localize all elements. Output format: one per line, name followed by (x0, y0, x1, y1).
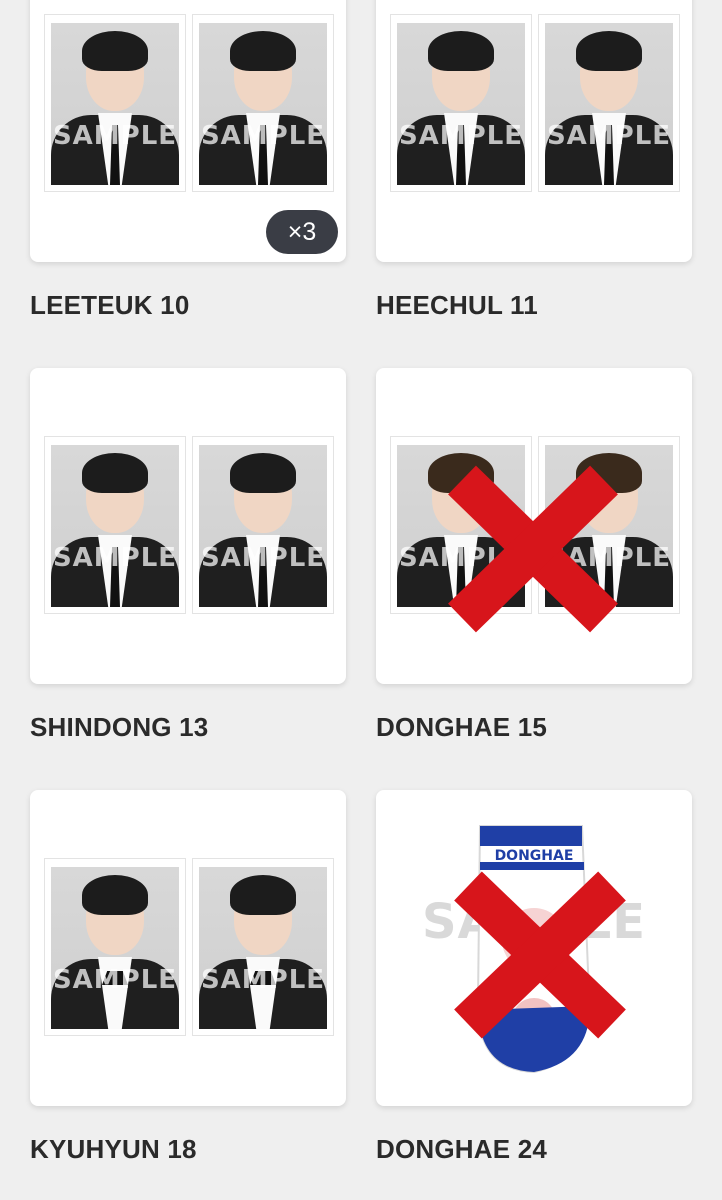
photo-pair: SAMPLE SAMPLE (44, 436, 334, 614)
photo-card: SAMPLE (192, 858, 334, 1036)
product-card-heechul[interactable]: SAMPLE SAMPLE (376, 0, 692, 262)
photo-pair: SAMPLE SAMPLE (390, 14, 680, 192)
photo-card: SAMPLE (390, 436, 532, 614)
sample-watermark: SAMPLE (52, 965, 178, 995)
sample-watermark: SAMPLE (52, 543, 178, 573)
product-card-kyuhyun[interactable]: SAMPLE SAMPLE (30, 790, 346, 1106)
photo-pair: SAMPLE SAMPLE (44, 14, 334, 192)
product-card-donghae-24[interactable]: SAMPLE DONGHAE (376, 790, 692, 1106)
photo-card: SAMPLE (192, 436, 334, 614)
photo-pair: SAMPLE SAMPLE (390, 436, 680, 614)
product-label[interactable]: LEETEUK 10 (30, 290, 190, 321)
sample-watermark: SAMPLE (546, 543, 672, 573)
product-card-shindong[interactable]: SAMPLE SAMPLE (30, 368, 346, 684)
photo-pair: SAMPLE SAMPLE (44, 858, 334, 1036)
sample-watermark: SAMPLE (398, 543, 524, 573)
sample-watermark: SAMPLE (200, 121, 326, 151)
product-card-leeteuk[interactable]: SAMPLE SAMPLE ×3 (30, 0, 346, 262)
product-label[interactable]: DONGHAE 15 (376, 712, 547, 743)
merch-grid: SAMPLE SAMPLE ×3 LEETEUK 10 SAMPLE SAMPL… (0, 0, 722, 1200)
product-label[interactable]: HEECHUL 11 (376, 290, 538, 321)
product-label[interactable]: SHINDONG 13 (30, 712, 208, 743)
product-label[interactable]: KYUHYUN 18 (30, 1134, 197, 1165)
sample-watermark: SAMPLE (546, 121, 672, 151)
photo-card: SAMPLE (538, 14, 680, 192)
photo-count-badge: ×3 (266, 210, 338, 254)
photo-card: SAMPLE (44, 858, 186, 1036)
photo-card: SAMPLE (44, 14, 186, 192)
sample-watermark: SAMPLE (52, 121, 178, 151)
sample-watermark: SAMPLE (200, 543, 326, 573)
photo-card: SAMPLE (192, 14, 334, 192)
sock-brand-text: DONGHAE (495, 848, 574, 864)
product-card-donghae-15[interactable]: SAMPLE SAMPLE (376, 368, 692, 684)
sample-watermark: SAMPLE (398, 121, 524, 151)
photo-card: SAMPLE (390, 14, 532, 192)
photo-card: SAMPLE (538, 436, 680, 614)
photo-card: SAMPLE (44, 436, 186, 614)
product-label[interactable]: DONGHAE 24 (376, 1134, 547, 1165)
sock-image: DONGHAE (476, 825, 590, 1074)
sample-watermark: SAMPLE (200, 965, 326, 995)
